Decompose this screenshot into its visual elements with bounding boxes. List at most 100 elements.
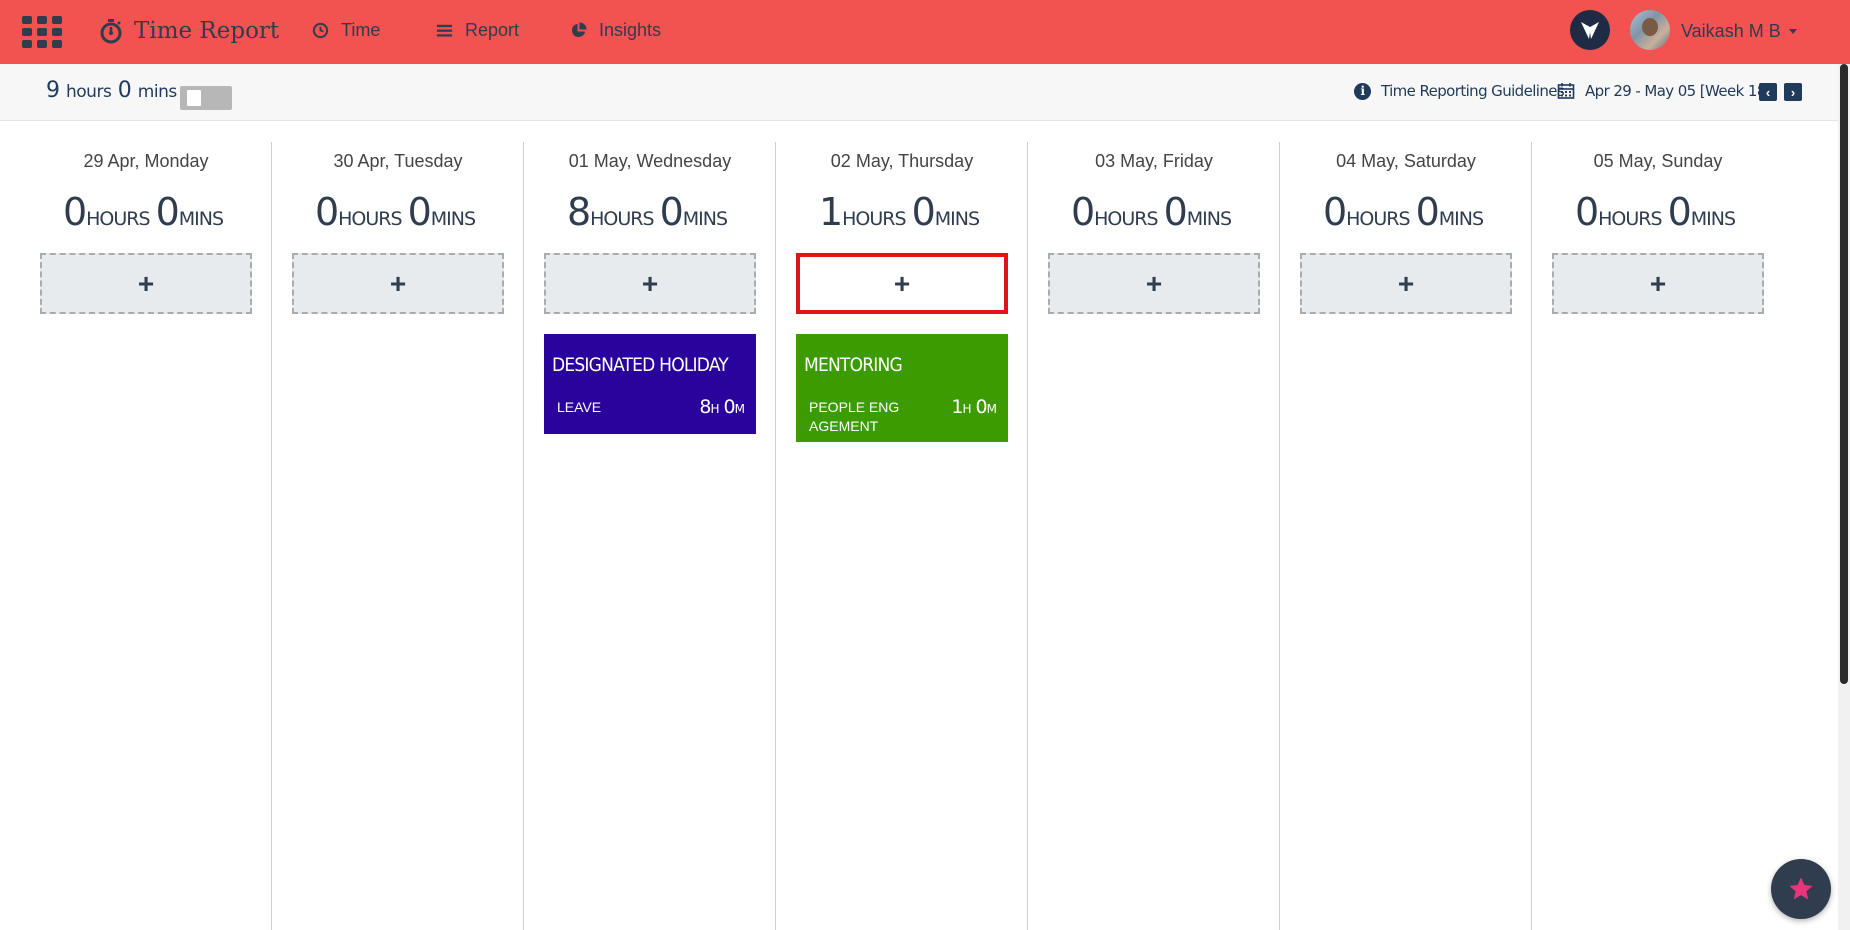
h-unit: H xyxy=(962,402,971,416)
nav-report[interactable]: Report xyxy=(436,20,519,41)
mins-unit: MINS xyxy=(178,208,224,230)
caret-down-icon xyxy=(1788,29,1797,34)
day-mins-value: 0 xyxy=(1163,190,1188,234)
day-column-wednesday: 01 May, Wednesday 8HOURS 0MINS + DESIGNAT… xyxy=(524,142,776,930)
week-grid: 29 Apr, Monday 0HOURS 0MINS + 30 Apr, Tue… xyxy=(20,142,1792,930)
add-entry-button[interactable]: + xyxy=(796,253,1008,314)
nav-time[interactable]: Time xyxy=(312,20,380,41)
entry-category: PEOPLE ENG AGEMENT xyxy=(809,398,914,436)
day-label: 01 May, Wednesday xyxy=(568,151,732,171)
day-hours-value: 1 xyxy=(818,190,843,234)
day-mins-value: 0 xyxy=(155,190,180,234)
hours-unit: HOURS xyxy=(590,208,654,230)
clock-icon xyxy=(312,22,329,39)
day-total: 0HOURS 0MINS xyxy=(1028,190,1280,234)
day-label: 03 May, Friday xyxy=(1095,151,1213,171)
mins-unit: MINS xyxy=(1438,208,1484,230)
time-entry-card[interactable]: MENTORING PEOPLE ENG AGEMENT 1H 0M xyxy=(796,334,1008,442)
add-entry-button[interactable]: + xyxy=(292,253,504,314)
top-navbar: Time Report Time Report Insights Vaikash… xyxy=(0,0,1850,64)
h-unit: H xyxy=(710,402,719,416)
hours-unit: HOURS xyxy=(1094,208,1158,230)
add-entry-button[interactable]: + xyxy=(1048,253,1260,314)
mins-unit: MINS xyxy=(682,208,728,230)
add-entry-button[interactable]: + xyxy=(40,253,252,314)
day-column-thursday: 02 May, Thursday 1HOURS 0MINS + MENTORING… xyxy=(776,142,1028,930)
day-hours-value: 8 xyxy=(566,190,591,234)
entry-title: MENTORING xyxy=(804,354,903,376)
entry-hours: 1 xyxy=(951,396,963,418)
mins-unit: MINS xyxy=(934,208,980,230)
mins-unit: MINS xyxy=(1186,208,1232,230)
week-picker[interactable]: Apr 29 - May 05 [Week 18] xyxy=(1557,82,1772,100)
day-label: 05 May, Sunday xyxy=(1593,151,1723,171)
day-column-friday: 03 May, Friday 0HOURS 0MINS + xyxy=(1028,142,1280,930)
chevron-left-icon: ‹ xyxy=(1765,84,1771,100)
day-total: 0HOURS 0MINS xyxy=(272,190,524,234)
nav-insights-label: Insights xyxy=(599,20,662,40)
m-unit: M xyxy=(986,402,997,416)
total-hours-value: 9 xyxy=(46,78,60,103)
user-avatar[interactable] xyxy=(1630,10,1670,50)
apps-grid-icon[interactable] xyxy=(22,16,62,48)
day-column-saturday: 04 May, Saturday 0HOURS 0MINS + xyxy=(1280,142,1532,930)
day-column-tuesday: 30 Apr, Tuesday 0HOURS 0MINS + xyxy=(272,142,524,930)
entry-category-line2: AGEMENT xyxy=(809,418,879,434)
entry-duration: 8H 0M xyxy=(699,396,745,418)
day-label: 02 May, Thursday xyxy=(830,151,974,171)
pie-chart-icon xyxy=(571,22,587,38)
day-hours-value: 0 xyxy=(1574,190,1599,234)
next-week-button[interactable]: › xyxy=(1784,83,1802,101)
day-hours-value: 0 xyxy=(314,190,339,234)
entry-title: DESIGNATED HOLIDAY xyxy=(552,354,729,376)
day-mins-value: 0 xyxy=(1415,190,1440,234)
app-brand[interactable]: Time Report xyxy=(98,17,279,45)
nav-time-label: Time xyxy=(341,20,381,40)
weekly-total: 9 hours 0 mins xyxy=(46,78,177,103)
nav-report-label: Report xyxy=(465,20,520,40)
star-icon xyxy=(1789,877,1813,900)
day-mins-value: 0 xyxy=(911,190,936,234)
view-toggle[interactable] xyxy=(180,86,232,110)
add-entry-button[interactable]: + xyxy=(1552,253,1764,314)
add-entry-button[interactable]: + xyxy=(1300,253,1512,314)
entry-mins: 0 xyxy=(975,396,988,418)
app-title: Time Report xyxy=(134,18,280,44)
day-total: 0HOURS 0MINS xyxy=(20,190,272,234)
nav-insights[interactable]: Insights xyxy=(570,20,661,41)
add-entry-button[interactable]: + xyxy=(544,253,756,314)
day-label: 04 May, Saturday xyxy=(1336,151,1476,171)
stopwatch-icon xyxy=(100,19,122,44)
day-label: 29 Apr, Monday xyxy=(83,151,209,171)
mins-unit: MINS xyxy=(1690,208,1736,230)
m-unit: M xyxy=(734,402,745,416)
entry-hours: 8 xyxy=(699,396,711,418)
summary-bar: 9 hours 0 mins i Time Reporting Guidelin… xyxy=(0,64,1838,121)
hours-unit: HOURS xyxy=(338,208,402,230)
page-scrollbar[interactable] xyxy=(1838,64,1850,930)
day-hours-value: 0 xyxy=(1322,190,1347,234)
calendar-icon xyxy=(1557,83,1575,99)
day-hours-value: 0 xyxy=(62,190,87,234)
scrollbar-thumb[interactable] xyxy=(1840,64,1848,684)
list-icon xyxy=(436,24,453,37)
hours-unit: HOURS xyxy=(1598,208,1662,230)
brand-logo-icon[interactable] xyxy=(1570,10,1610,50)
entry-category: LEAVE xyxy=(557,399,602,415)
total-hours-label: hours xyxy=(66,82,112,102)
day-hours-value: 0 xyxy=(1070,190,1095,234)
entry-duration: 1H 0M xyxy=(951,396,997,418)
user-name: Vaikash M B xyxy=(1681,21,1781,41)
user-menu[interactable]: Vaikash M B xyxy=(1681,21,1797,42)
day-column-sunday: 05 May, Sunday 0HOURS 0MINS + xyxy=(1532,142,1784,930)
day-total: 1HOURS 0MINS xyxy=(776,190,1028,234)
info-icon: i xyxy=(1354,82,1371,100)
hours-unit: HOURS xyxy=(86,208,150,230)
total-mins-label: mins xyxy=(137,82,177,102)
day-total: 0HOURS 0MINS xyxy=(1280,190,1532,234)
favorites-button[interactable] xyxy=(1771,859,1831,919)
time-entry-card[interactable]: DESIGNATED HOLIDAY LEAVE 8H 0M xyxy=(544,334,756,434)
guidelines-link[interactable]: i Time Reporting Guidelines xyxy=(1354,82,1565,100)
prev-week-button[interactable]: ‹ xyxy=(1759,83,1777,101)
day-total: 8HOURS 0MINS xyxy=(524,190,776,234)
